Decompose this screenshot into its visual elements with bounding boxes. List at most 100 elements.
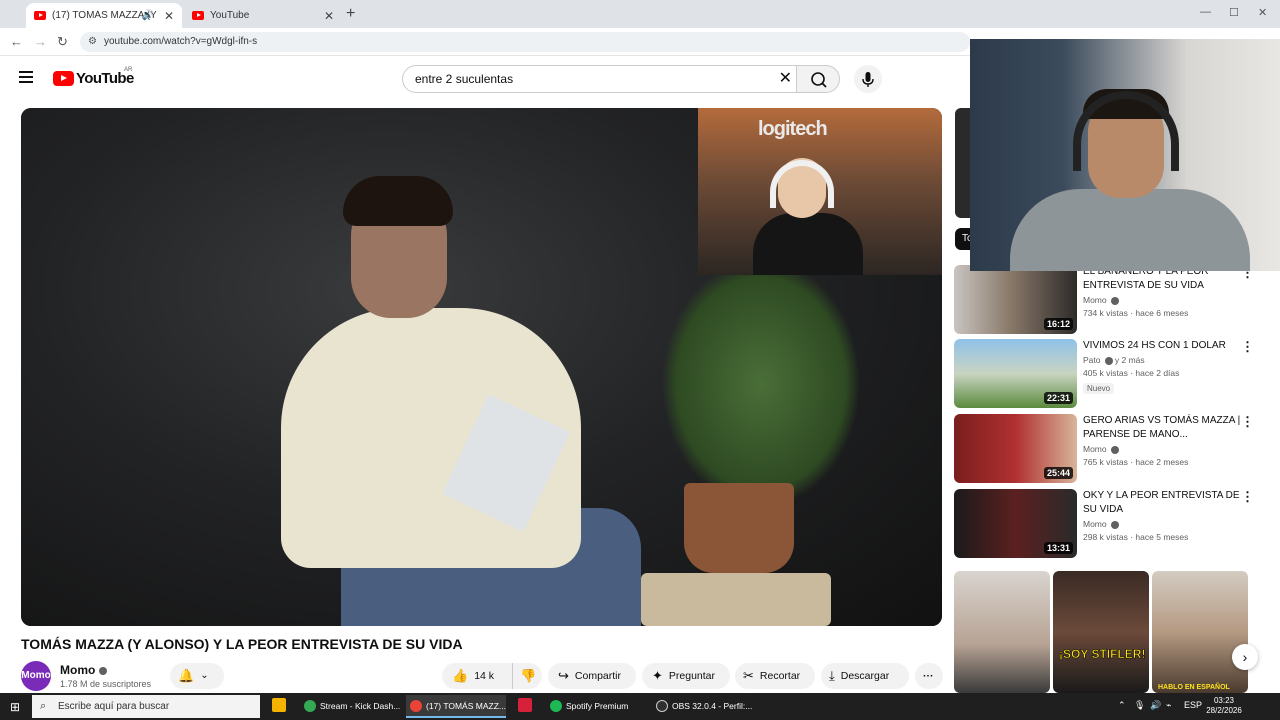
channel-text: Momo [1083,295,1107,305]
recommendation-meta: 734 k vistas · hace 6 meses [1083,308,1189,318]
recommendation-title[interactable]: GERO ARIAS VS TOMÁS MAZZA | PARENSE DE M… [1083,414,1243,442]
channel-name[interactable]: Momo [60,663,108,677]
close-tab-icon[interactable]: ✕ [324,9,334,23]
like-button[interactable]: 👍 14 k [442,663,512,689]
taskbar-search[interactable]: ⌕ Escribe aquí para buscar [32,695,260,718]
recommendation-item[interactable]: 25:44 GERO ARIAS VS TOMÁS MAZZA | PARENS… [954,414,1254,484]
next-arrow-button[interactable]: › [1232,644,1258,670]
clip-label: Recortar [759,670,801,682]
clock-date: 28/2/2026 [1206,706,1242,715]
new-badge: Nuevo [1083,383,1115,394]
more-vertical-icon[interactable]: ⋮ [1241,339,1254,355]
voice-search-button[interactable] [854,65,882,93]
windows-start-icon[interactable]: ⊞ [10,700,20,714]
volume-icon[interactable]: 🔊 [1150,700,1161,711]
recommendation-item[interactable]: 22:31 VIVIMOS 24 HS CON 1 DOLAR Pato y 2… [954,339,1254,409]
youtube-logo[interactable]: YouTube AR [53,67,134,87]
search-button[interactable] [796,65,840,93]
tray-chevron-icon[interactable]: ⌃ [1118,700,1126,711]
url-field[interactable]: ⚙ youtube.com/watch?v=gWdgl-ifn-s [80,32,970,52]
app-label: Spotify Premium [566,701,629,711]
share-button[interactable]: ↪ Compartir [548,663,636,689]
browser-tab[interactable]: YouTube ✕ [184,3,342,28]
video-pot [684,483,794,573]
video-stool [641,573,831,626]
recommendation-item[interactable]: 13:31 OKY Y LA PEOR ENTREVISTA DE SU VID… [954,489,1254,559]
browser-tab-bar: (17) TOMÁS MAZZA (Y ALO 🔊 ✕ YouTube ✕ + … [0,0,1280,28]
ask-button[interactable]: ✦ Preguntar [642,663,730,689]
clear-search-icon[interactable]: ✕ [779,66,792,92]
reload-icon[interactable]: ↻ [57,34,68,50]
recommendation-channel[interactable]: Momo [1083,444,1243,454]
video-duration: 16:12 [1043,318,1073,330]
channel-text: Momo [1083,444,1107,454]
recommendation-title[interactable]: VIVIMOS 24 HS CON 1 DOLAR [1083,339,1243,353]
short-thumbnail[interactable]: ¡SOY STIFLER! [1053,571,1149,693]
country-code: AR [124,67,133,73]
video-duration: 25:44 [1043,467,1073,479]
taskbar-search-placeholder: Escribe aquí para buscar [58,701,170,712]
ask-label: Preguntar [668,670,716,682]
overlay-brand-text: logitech [758,118,828,140]
download-icon: ⤓ [829,668,835,683]
app-icon[interactable] [518,698,532,712]
taskbar-app-spotify[interactable]: Spotify Premium [546,695,646,718]
bell-icon: 🔔 [178,668,195,683]
network-icon[interactable]: ⌁ [1166,700,1171,711]
recommendation-channel[interactable]: Pato y 2 más [1083,355,1243,365]
recommendation-title[interactable]: OKY Y LA PEOR ENTREVISTA DE SU VIDA [1083,489,1243,517]
webcam-overlay [970,39,1280,271]
search-input[interactable]: entre 2 suculentas ✕ [402,65,796,93]
close-tab-icon[interactable]: ✕ [164,9,174,23]
maximize-window-icon[interactable]: ☐ [1229,6,1239,19]
verified-icon [1110,445,1119,454]
sparkle-icon: ✦ [652,668,663,683]
recommendation-thumbnail[interactable]: 25:44 [954,414,1077,483]
site-info-icon[interactable]: ⚙ [88,32,97,52]
microphone-tray-icon[interactable]: 🎙 [1134,700,1145,711]
recommendation-thumbnail[interactable]: 16:12 [954,265,1077,334]
short-thumbnail[interactable] [954,571,1050,693]
more-vertical-icon[interactable]: ⋮ [1241,489,1254,505]
more-actions-button[interactable]: ··· [915,663,943,689]
clip-button[interactable]: ✂ Recortar [735,663,815,689]
minimize-window-icon[interactable]: — [1200,6,1211,18]
chevron-down-icon: ⌄ [200,670,209,681]
short-thumbnail[interactable]: HABLO EN ESPAÑOL [1152,571,1248,693]
tab-label: YouTube [210,10,250,21]
subscriber-count: 1.78 M de suscriptores [60,679,152,689]
short-caption: ¡SOY STIFLER! [1059,647,1146,662]
channel-name-text: Momo [60,663,96,677]
taskbar-app-chrome[interactable]: (17) TOMÁS MAZZ... [406,695,506,718]
channel-avatar[interactable]: Momo [21,661,51,691]
forward-icon[interactable]: → [34,34,47,49]
taskbar-app-obs[interactable]: OBS 32.0.4 - Perfil:... [652,695,752,718]
youtube-play-icon [53,71,74,86]
menu-icon[interactable] [19,71,33,83]
url-text: youtube.com/watch?v=gWdgl-ifn-s [104,36,258,47]
taskbar-app-chrome[interactable]: Stream - Kick Dash... [300,695,400,718]
back-icon[interactable]: ← [10,34,23,49]
recommendation-channel[interactable]: Momo [1083,295,1243,305]
app-label: Stream - Kick Dash... [320,701,400,711]
recommendation-thumbnail[interactable]: 22:31 [954,339,1077,408]
video-person-hair [343,176,453,226]
video-player[interactable]: logitech [21,108,942,626]
more-vertical-icon[interactable]: ⋮ [1241,414,1254,430]
new-tab-button[interactable]: + [346,5,355,23]
recommendation-thumbnail[interactable]: 13:31 [954,489,1077,558]
recommendation-channel[interactable]: Momo [1083,519,1243,529]
dislike-button[interactable]: 👎 [512,663,542,689]
youtube-header: YouTube AR entre 2 suculentas ✕ [0,56,970,102]
file-explorer-icon[interactable] [272,698,286,712]
close-window-icon[interactable]: ✕ [1258,6,1267,19]
download-button[interactable]: ⤓ Descargar [821,663,909,689]
recommendation-item[interactable]: 16:12 EL BANANERO Y LA PEOR ENTREVISTA D… [954,265,1254,335]
scissors-icon: ✂ [743,668,754,683]
notifications-button[interactable]: 🔔 ⌄ [170,663,224,689]
more-horizontal-icon: ··· [923,670,934,682]
windows-taskbar: ⊞ ⌕ Escribe aquí para buscar Stream - Ki… [0,693,1280,720]
audio-playing-icon[interactable]: 🔊 [142,10,154,21]
browser-tab-active[interactable]: (17) TOMÁS MAZZA (Y ALO 🔊 ✕ [26,3,182,28]
taskbar-clock[interactable]: 03:23 28/2/2026 [1200,696,1248,716]
